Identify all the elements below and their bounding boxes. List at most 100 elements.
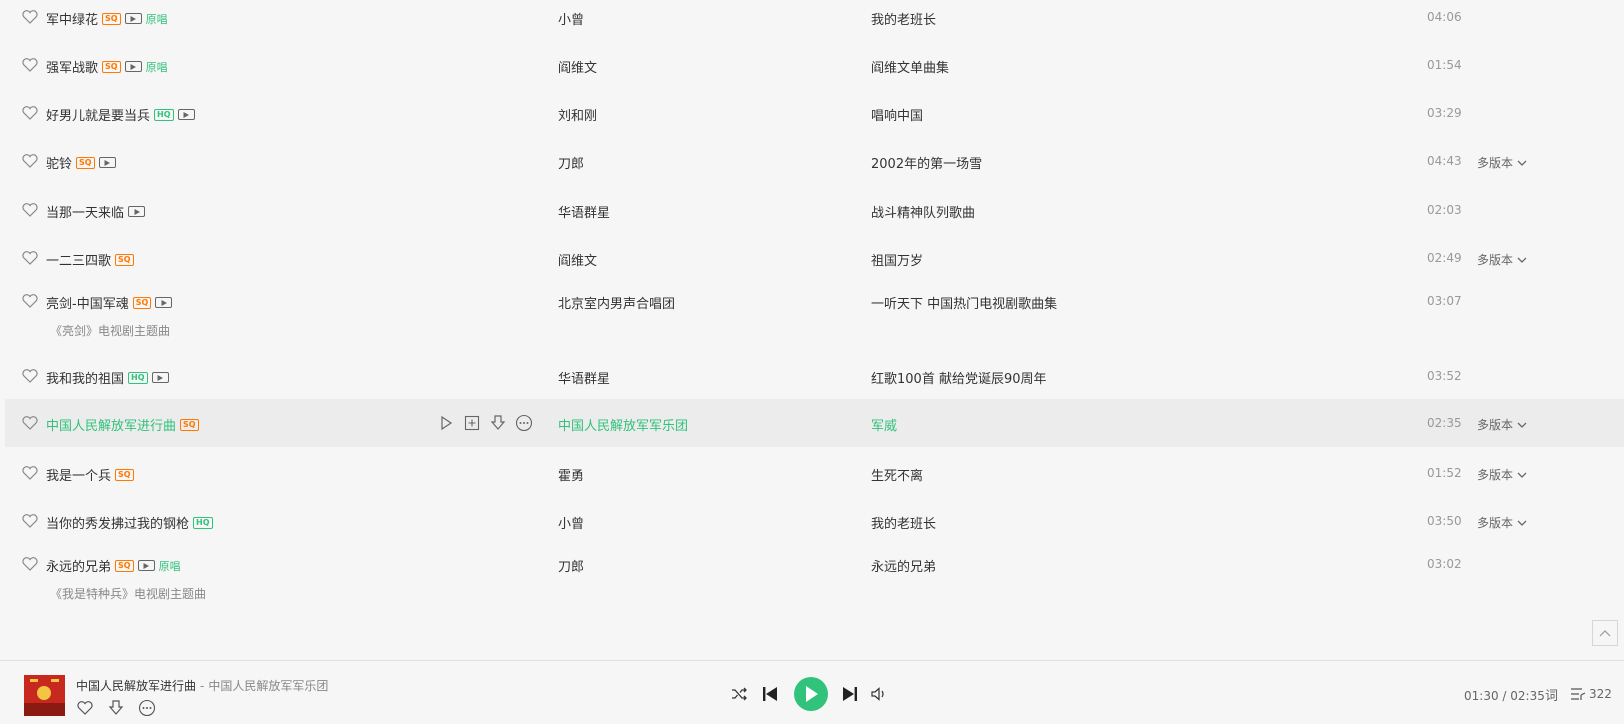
song-title[interactable]: 亮剑-中国军魂	[46, 293, 129, 312]
song-artist[interactable]: 阎维文	[558, 57, 597, 76]
now-playing-artist[interactable]: 中国人民解放军军乐团	[208, 679, 328, 693]
song-album[interactable]: 我的老班长	[871, 513, 936, 532]
song-row[interactable]: 永远的兄弟 SQ 原唱 《我是特种兵》电视剧主题曲 刀郎 永远的兄弟 03:02	[5, 547, 1624, 609]
download-button[interactable]	[107, 699, 125, 717]
sq-badge: SQ	[76, 156, 95, 169]
song-title[interactable]: 好男儿就是要当兵	[46, 105, 150, 124]
song-artist[interactable]: 阎维文	[558, 250, 597, 269]
like-song-button[interactable]	[21, 152, 39, 170]
song-album[interactable]: 阎维文单曲集	[871, 57, 949, 76]
like-button[interactable]	[76, 699, 94, 717]
song-title[interactable]: 我是一个兵	[46, 465, 111, 484]
heart-icon	[22, 369, 38, 383]
like-song-button[interactable]	[21, 104, 39, 122]
song-row[interactable]: 一二三四歌 SQ 阎维文 祖国万岁 02:49 多版本	[5, 241, 1624, 273]
like-song-button[interactable]	[21, 464, 39, 482]
song-album[interactable]: 永远的兄弟	[871, 556, 936, 575]
song-title[interactable]: 中国人民解放军进行曲	[46, 415, 176, 434]
song-row[interactable]: 中国人民解放军进行曲 SQ 中国人民解放军军乐团 军威 02:35 多版本	[5, 399, 1624, 447]
song-album[interactable]: 生死不离	[871, 465, 923, 484]
song-row[interactable]: 亮剑-中国军魂 SQ 《亮剑》电视剧主题曲 北京室内男声合唱团 一听天下 中国热门电视剧…	[5, 284, 1624, 346]
sq-badge: SQ	[115, 468, 134, 481]
song-artist[interactable]: 刘和刚	[558, 105, 597, 124]
playlist-queue-button[interactable]: 322	[1570, 687, 1612, 701]
like-song-button[interactable]	[21, 414, 39, 432]
song-artist[interactable]: 霍勇	[558, 465, 584, 484]
song-album[interactable]: 唱响中国	[871, 105, 923, 124]
mv-icon[interactable]	[98, 157, 116, 168]
multi-version-dropdown[interactable]: 多版本	[1477, 466, 1527, 483]
song-row[interactable]: 好男儿就是要当兵 HQ 刘和刚 唱响中国 03:29	[5, 96, 1624, 128]
song-artist[interactable]: 华语群星	[558, 368, 610, 387]
song-duration: 03:02	[1427, 557, 1462, 571]
multi-version-dropdown[interactable]: 多版本	[1477, 251, 1527, 268]
mv-icon[interactable]	[155, 297, 173, 308]
like-song-button[interactable]	[21, 56, 39, 74]
multi-version-dropdown[interactable]: 多版本	[1477, 154, 1527, 171]
song-artist[interactable]: 刀郎	[558, 153, 584, 172]
song-artist[interactable]: 小曾	[558, 513, 584, 532]
song-row[interactable]: 驼铃 SQ 刀郎 2002年的第一场雪 04:43 多版本	[5, 144, 1624, 176]
now-playing-title[interactable]: 中国人民解放军进行曲	[76, 679, 196, 693]
song-title[interactable]: 我和我的祖国	[46, 368, 124, 387]
song-artist[interactable]: 刀郎	[558, 556, 584, 575]
next-button[interactable]	[840, 684, 860, 704]
like-song-button[interactable]	[21, 292, 39, 310]
song-title[interactable]: 一二三四歌	[46, 250, 111, 269]
mv-icon[interactable]	[124, 61, 142, 72]
sq-badge: SQ	[132, 296, 152, 309]
heart-icon	[22, 416, 38, 430]
song-album[interactable]: 军威	[871, 415, 897, 434]
song-title[interactable]: 军中绿花	[46, 9, 98, 28]
multi-version-dropdown[interactable]: 多版本	[1477, 416, 1527, 433]
song-album[interactable]: 红歌100首 献给党诞辰90周年	[871, 368, 1047, 387]
song-title[interactable]: 当你的秀发拂过我的钢枪	[46, 513, 189, 532]
previous-button[interactable]	[760, 684, 780, 704]
song-row[interactable]: 我和我的祖国 HQ 华语群星 红歌100首 献给党诞辰90周年 03:52	[5, 359, 1624, 391]
song-album[interactable]: 我的老班长	[871, 9, 936, 28]
like-song-button[interactable]	[21, 555, 39, 573]
like-song-button[interactable]	[21, 367, 39, 385]
more-button[interactable]	[138, 699, 156, 717]
row-more-button[interactable]	[515, 414, 533, 432]
song-duration: 02:49	[1427, 251, 1462, 265]
shuffle-button[interactable]	[730, 685, 748, 703]
like-song-button[interactable]	[21, 8, 39, 26]
song-title[interactable]: 当那一天来临	[46, 202, 124, 221]
row-download-button[interactable]	[489, 414, 507, 432]
song-row[interactable]: 当你的秀发拂过我的钢枪 HQ 小曾 我的老班长 03:50 多版本	[5, 504, 1624, 536]
like-song-button[interactable]	[21, 249, 39, 267]
row-add-button[interactable]	[463, 414, 481, 432]
like-song-button[interactable]	[21, 512, 39, 530]
multi-version-dropdown[interactable]: 多版本	[1477, 514, 1527, 531]
mv-icon[interactable]	[137, 560, 155, 571]
song-row[interactable]: 军中绿花 SQ 原唱 小曾 我的老班长 04:06	[5, 0, 1624, 32]
volume-button[interactable]	[870, 685, 888, 703]
mv-icon[interactable]	[151, 372, 169, 383]
song-row[interactable]: 我是一个兵 SQ 霍勇 生死不离 01:52 多版本	[5, 456, 1624, 488]
scroll-to-top-button[interactable]	[1592, 620, 1618, 646]
mv-icon[interactable]	[177, 109, 195, 120]
song-row[interactable]: 强军战歌 SQ 原唱 阎维文 阎维文单曲集 01:54	[5, 48, 1624, 80]
lyrics-button[interactable]: 词	[1545, 685, 1558, 704]
song-album[interactable]: 战斗精神队列歌曲	[871, 202, 975, 221]
song-artist[interactable]: 中国人民解放军军乐团	[558, 415, 688, 434]
song-album[interactable]: 祖国万岁	[871, 250, 923, 269]
song-artist[interactable]: 小曾	[558, 9, 584, 28]
song-row[interactable]: 当那一天来临 华语群星 战斗精神队列歌曲 02:03	[5, 193, 1624, 225]
play-button[interactable]	[794, 677, 828, 711]
song-artist[interactable]: 华语群星	[558, 202, 610, 221]
song-artist[interactable]: 北京室内男声合唱团	[558, 293, 675, 312]
song-title[interactable]: 永远的兄弟	[46, 556, 111, 575]
song-album[interactable]: 一听天下 中国热门电视剧歌曲集	[871, 293, 1057, 312]
song-album[interactable]: 2002年的第一场雪	[871, 153, 982, 172]
row-play-button[interactable]	[437, 414, 455, 432]
song-title[interactable]: 驼铃	[46, 153, 72, 172]
mv-icon[interactable]	[128, 206, 146, 217]
like-song-button[interactable]	[21, 201, 39, 219]
mv-icon[interactable]	[124, 13, 142, 24]
album-cover[interactable]	[24, 675, 65, 716]
previous-icon	[763, 687, 777, 701]
song-title-cell: 永远的兄弟 SQ 原唱	[46, 556, 181, 575]
song-title[interactable]: 强军战歌	[46, 57, 98, 76]
